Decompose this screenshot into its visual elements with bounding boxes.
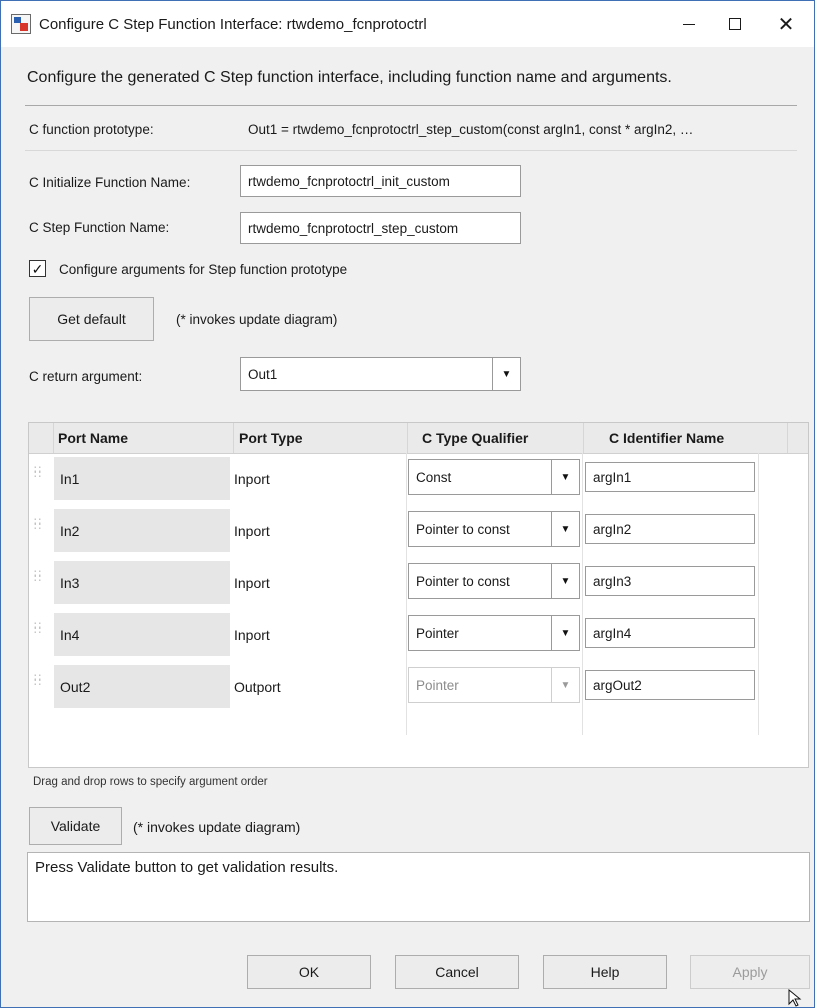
column-header-identifier[interactable]: C Identifier Name: [584, 423, 788, 453]
identifier-input[interactable]: argIn2: [585, 514, 755, 544]
validate-note: (* invokes update diagram): [133, 819, 301, 835]
qualifier-value: Const: [416, 469, 452, 485]
identifier-input[interactable]: argIn1: [585, 462, 755, 492]
port-type-cell: Outport: [234, 678, 281, 695]
title-bar[interactable]: Configure C Step Function Interface: rtw…: [1, 1, 814, 47]
qualifier-dropdown[interactable]: Pointer to const ▼: [408, 563, 580, 599]
validation-results[interactable]: Press Validate button to get validation …: [27, 852, 810, 922]
qualifier-dropdown[interactable]: Pointer to const ▼: [408, 511, 580, 547]
port-name-cell: In2: [54, 509, 230, 552]
close-icon: ✕: [777, 13, 795, 36]
port-type-cell: Inport: [234, 626, 270, 643]
cancel-button[interactable]: Cancel: [395, 955, 519, 989]
table-row[interactable]: ∷ ∷ In2 Inport Pointer to const ▼ argIn2: [29, 505, 808, 557]
table-row[interactable]: ∷ ∷ In1 Inport Const ▼ argIn1: [29, 453, 808, 505]
chevron-down-icon[interactable]: ▼: [551, 616, 579, 650]
column-header-port-name[interactable]: Port Name: [54, 423, 234, 453]
ok-button[interactable]: OK: [247, 955, 371, 989]
divider: [25, 105, 797, 106]
qualifier-dropdown[interactable]: Const ▼: [408, 459, 580, 495]
chevron-down-icon: ▼: [551, 668, 579, 702]
qualifier-dropdown[interactable]: Pointer ▼: [408, 615, 580, 651]
identifier-input[interactable]: argIn3: [585, 566, 755, 596]
chevron-down-icon[interactable]: ▼: [492, 358, 520, 390]
return-arg-dropdown[interactable]: Out1 ▼: [240, 357, 521, 391]
simulink-block-icon: [11, 14, 31, 34]
return-arg-label: C return argument:: [29, 369, 143, 384]
identifier-input[interactable]: argIn4: [585, 618, 755, 648]
chevron-down-icon[interactable]: ▼: [551, 460, 579, 494]
validate-button[interactable]: Validate: [29, 807, 122, 845]
dialog-description: Configure the generated C Step function …: [27, 69, 672, 86]
minimize-icon: [683, 23, 695, 25]
table-row[interactable]: ∷ ∷ Out2 Outport Pointer ▼ argOut2: [29, 661, 808, 713]
drag-drop-hint: Drag and drop rows to specify argument o…: [33, 776, 268, 788]
help-button[interactable]: Help: [543, 955, 667, 989]
step-function-label: C Step Function Name:: [29, 220, 170, 235]
maximize-icon: [729, 18, 741, 30]
get-default-note: (* invokes update diagram): [176, 312, 338, 327]
port-name-cell: Out2: [54, 665, 230, 708]
arguments-table: Port Name Port Type C Type Qualifier C I…: [28, 422, 809, 768]
column-header-port-type[interactable]: Port Type: [234, 423, 408, 453]
close-button[interactable]: ✕: [758, 1, 814, 47]
apply-button: Apply: [690, 955, 810, 989]
port-type-cell: Inport: [234, 574, 270, 591]
divider: [25, 150, 797, 151]
grip-column-header: [29, 423, 54, 453]
configure-args-checkbox[interactable]: ✓: [29, 260, 46, 277]
mouse-cursor-icon: [788, 989, 802, 1007]
prototype-label: C function prototype:: [29, 122, 154, 137]
prototype-value: Out1 = rtwdemo_fcnprotoctrl_step_custom(…: [248, 122, 694, 137]
dialog-window: Configure C Step Function Interface: rtw…: [0, 0, 815, 1008]
port-type-cell: Inport: [234, 470, 270, 487]
init-function-label: C Initialize Function Name:: [29, 175, 191, 190]
drag-grip-icon[interactable]: ∷ ∷: [34, 621, 46, 638]
drag-grip-icon[interactable]: ∷ ∷: [34, 517, 46, 534]
qualifier-dropdown: Pointer ▼: [408, 667, 580, 703]
drag-grip-icon[interactable]: ∷ ∷: [34, 569, 46, 586]
return-arg-value: Out1: [248, 366, 278, 382]
column-header-qualifier[interactable]: C Type Qualifier: [408, 423, 584, 453]
port-name-cell: In4: [54, 613, 230, 656]
checkmark-icon: ✓: [31, 260, 44, 277]
port-name-cell: In1: [54, 457, 230, 500]
qualifier-value: Pointer to const: [416, 521, 510, 537]
drag-grip-icon[interactable]: ∷ ∷: [34, 673, 46, 690]
port-name-cell: In3: [54, 561, 230, 604]
chevron-down-icon[interactable]: ▼: [551, 512, 579, 546]
step-function-input[interactable]: rtwdemo_fcnprotoctrl_step_custom: [240, 212, 521, 244]
table-row[interactable]: ∷ ∷ In3 Inport Pointer to const ▼ argIn3: [29, 557, 808, 609]
get-default-button[interactable]: Get default: [29, 297, 154, 341]
maximize-button[interactable]: [712, 1, 758, 47]
drag-grip-icon[interactable]: ∷ ∷: [34, 465, 46, 482]
configure-args-label[interactable]: Configure arguments for Step function pr…: [59, 262, 347, 277]
minimize-button[interactable]: [666, 1, 712, 47]
chevron-down-icon[interactable]: ▼: [551, 564, 579, 598]
qualifier-value: Pointer to const: [416, 573, 510, 589]
table-row[interactable]: ∷ ∷ In4 Inport Pointer ▼ argIn4: [29, 609, 808, 661]
window-title: Configure C Step Function Interface: rtw…: [39, 15, 427, 33]
port-type-cell: Inport: [234, 522, 270, 539]
table-header: Port Name Port Type C Type Qualifier C I…: [29, 423, 808, 454]
qualifier-value: Pointer: [416, 625, 459, 641]
qualifier-value: Pointer: [416, 677, 459, 693]
init-function-input[interactable]: rtwdemo_fcnprotoctrl_init_custom: [240, 165, 521, 197]
identifier-input[interactable]: argOut2: [585, 670, 755, 700]
